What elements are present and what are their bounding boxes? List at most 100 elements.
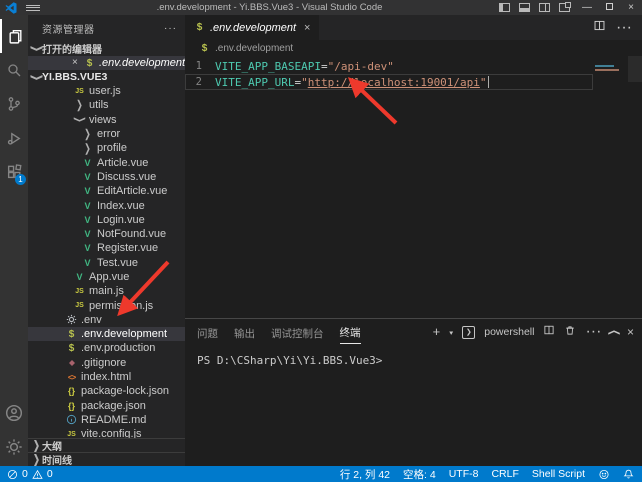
settings-gear-icon[interactable] <box>0 430 28 464</box>
more-actions-icon[interactable]: ··· <box>164 23 177 34</box>
git-icon <box>66 357 77 368</box>
terminal-type-icon[interactable]: ❯ <box>462 326 475 339</box>
tree-item-vite.config.js[interactable]: JSvite.config.js <box>28 427 185 438</box>
extensions-icon[interactable]: 1 <box>0 155 28 189</box>
tab-problems[interactable]: 问题 <box>197 321 218 344</box>
cursor-position[interactable]: 行 2, 列 42 <box>340 467 390 482</box>
tree-folder-profile[interactable]: ❯profile <box>28 141 185 155</box>
tree-item-NotFound.vue[interactable]: VNotFound.vue <box>28 227 185 241</box>
status-bar: 0 0 行 2, 列 42 空格: 4 UTF-8 CRLF Shell Scr… <box>0 466 642 482</box>
toggle-sidebar-icon[interactable] <box>499 3 510 12</box>
tree-item-Test.vue[interactable]: VTest.vue <box>28 256 185 270</box>
open-editor-item[interactable]: × $ .env.development <box>28 56 185 70</box>
toggle-panel-icon[interactable] <box>519 3 530 12</box>
feedback-icon[interactable] <box>598 469 610 480</box>
terminal-dropdown-icon[interactable]: ▾ <box>449 328 453 336</box>
close-panel-icon[interactable]: × <box>627 325 634 339</box>
tree-item-Discuss.vue[interactable]: VDiscuss.vue <box>28 170 185 184</box>
close-button[interactable]: × <box>620 2 642 13</box>
panel-header: 问题 输出 调试控制台 终端 + ▾ ❯ powershell ··· ❯ <box>185 319 642 345</box>
notifications-bell-icon[interactable] <box>623 468 634 480</box>
file-label: NotFound.vue <box>97 228 166 240</box>
panel-more-actions-icon[interactable]: ··· <box>585 323 601 341</box>
code-line-2[interactable]: 2 VITE_APP_URL="http://localhost:19001/a… <box>185 74 593 90</box>
url-link[interactable]: http://localhost:19001/api <box>308 76 480 89</box>
tab-terminal[interactable]: 终端 <box>340 320 361 344</box>
tree-item-Index.vue[interactable]: VIndex.vue <box>28 198 185 212</box>
explorer-icon[interactable] <box>0 19 28 53</box>
tab-debug-console[interactable]: 调试控制台 <box>271 321 324 344</box>
editor-more-actions-icon[interactable]: ··· <box>616 19 632 37</box>
close-tab-icon[interactable]: × <box>304 22 310 34</box>
tree-item-index.html[interactable]: <>index.html <box>28 370 185 384</box>
workspace-root[interactable]: ❯ YI.BBS.VUE3 <box>28 70 185 84</box>
toggle-secondary-sidebar-icon[interactable] <box>539 3 550 12</box>
tree-folder-views[interactable]: ❯views <box>28 113 185 127</box>
terminal-output[interactable]: PS D:\CSharp\Yi\Yi.BBS.Vue3> <box>185 345 642 466</box>
minimize-button[interactable]: — <box>576 2 598 13</box>
tree-item-App.vue[interactable]: VApp.vue <box>28 270 185 284</box>
source-control-icon[interactable] <box>0 87 28 121</box>
tree-item-Article.vue[interactable]: VArticle.vue <box>28 155 185 169</box>
file-label: vite.config.js <box>81 428 142 438</box>
file-label: index.html <box>81 371 131 383</box>
breadcrumb-file[interactable]: .env.development <box>215 43 293 54</box>
problems-status[interactable]: 0 0 <box>7 468 53 480</box>
line-number: 2 <box>185 76 215 88</box>
tree-item-.env.production[interactable]: $.env.production <box>28 341 185 355</box>
tree-item-user.js[interactable]: JSuser.js <box>28 84 185 98</box>
file-label: .gitignore <box>81 357 126 369</box>
maximize-panel-icon[interactable]: ❯ <box>607 329 621 336</box>
kill-terminal-icon[interactable] <box>564 323 576 341</box>
code-editor[interactable]: 1 VITE_APP_BASEAPI="/api-dev" 2 VITE_APP… <box>185 56 642 318</box>
tree-item-EditArticle.vue[interactable]: VEditArticle.vue <box>28 184 185 198</box>
breadcrumb[interactable]: $ .env.development <box>185 40 642 56</box>
gear-icon <box>66 314 77 325</box>
open-editor-label: .env.development <box>99 57 185 69</box>
vue-icon: V <box>82 214 93 225</box>
tree-folder-utils[interactable]: ❯utils <box>28 98 185 112</box>
encoding[interactable]: UTF-8 <box>449 468 479 480</box>
tree-item-README.md[interactable]: README.md <box>28 413 185 427</box>
eol-sequence[interactable]: CRLF <box>491 468 518 480</box>
tree-item-main.js[interactable]: JSmain.js <box>28 284 185 298</box>
search-icon[interactable] <box>0 53 28 87</box>
code-line-1[interactable]: 1 VITE_APP_BASEAPI="/api-dev" <box>185 58 593 74</box>
tree-item-.env[interactable]: .env <box>28 313 185 327</box>
tree-item-package.json[interactable]: {}package.json <box>28 399 185 413</box>
indentation[interactable]: 空格: 4 <box>403 467 436 482</box>
file-label: views <box>89 114 117 126</box>
tree-item-Login.vue[interactable]: VLogin.vue <box>28 213 185 227</box>
extensions-badge: 1 <box>15 174 26 185</box>
tree-item-package-lock.json[interactable]: {}package-lock.json <box>28 384 185 398</box>
outline-section[interactable]: ❯ 大纲 <box>28 438 185 452</box>
language-mode[interactable]: Shell Script <box>532 468 585 480</box>
account-icon[interactable] <box>0 396 28 430</box>
shell-selector[interactable]: powershell <box>484 326 534 338</box>
minimap[interactable] <box>593 56 628 318</box>
close-icon[interactable]: × <box>72 56 78 70</box>
tree-item-.gitignore[interactable]: .gitignore <box>28 356 185 370</box>
open-editors-section[interactable]: ❯ 打开的编辑器 <box>28 41 185 56</box>
file-label: Register.vue <box>97 242 158 254</box>
window-title: .env.development - Yi.BBS.Vue3 - Visual … <box>40 2 499 13</box>
split-editor-icon[interactable] <box>593 19 606 37</box>
scrollbar[interactable] <box>628 56 642 82</box>
customize-layout-icon[interactable] <box>559 3 570 12</box>
menu-icon[interactable] <box>26 3 40 13</box>
tab-output[interactable]: 输出 <box>234 321 255 344</box>
tree-item-permission.js[interactable]: JSpermission.js <box>28 298 185 312</box>
timeline-section[interactable]: ❯ 时间线 <box>28 452 185 466</box>
file-label: EditArticle.vue <box>97 185 167 197</box>
tab-env-development[interactable]: $ .env.development × <box>185 15 319 40</box>
split-terminal-icon[interactable] <box>543 323 555 341</box>
run-debug-icon[interactable] <box>0 121 28 155</box>
tree-item-.env.development[interactable]: $.env.development <box>28 327 185 341</box>
new-terminal-icon[interactable]: + <box>433 327 441 337</box>
error-count: 0 <box>22 468 28 480</box>
file-label: profile <box>97 142 127 154</box>
tree-item-Register.vue[interactable]: VRegister.vue <box>28 241 185 255</box>
tree-folder-error[interactable]: ❯error <box>28 127 185 141</box>
file-label: Discuss.vue <box>97 171 156 183</box>
maximize-button[interactable] <box>598 2 620 13</box>
